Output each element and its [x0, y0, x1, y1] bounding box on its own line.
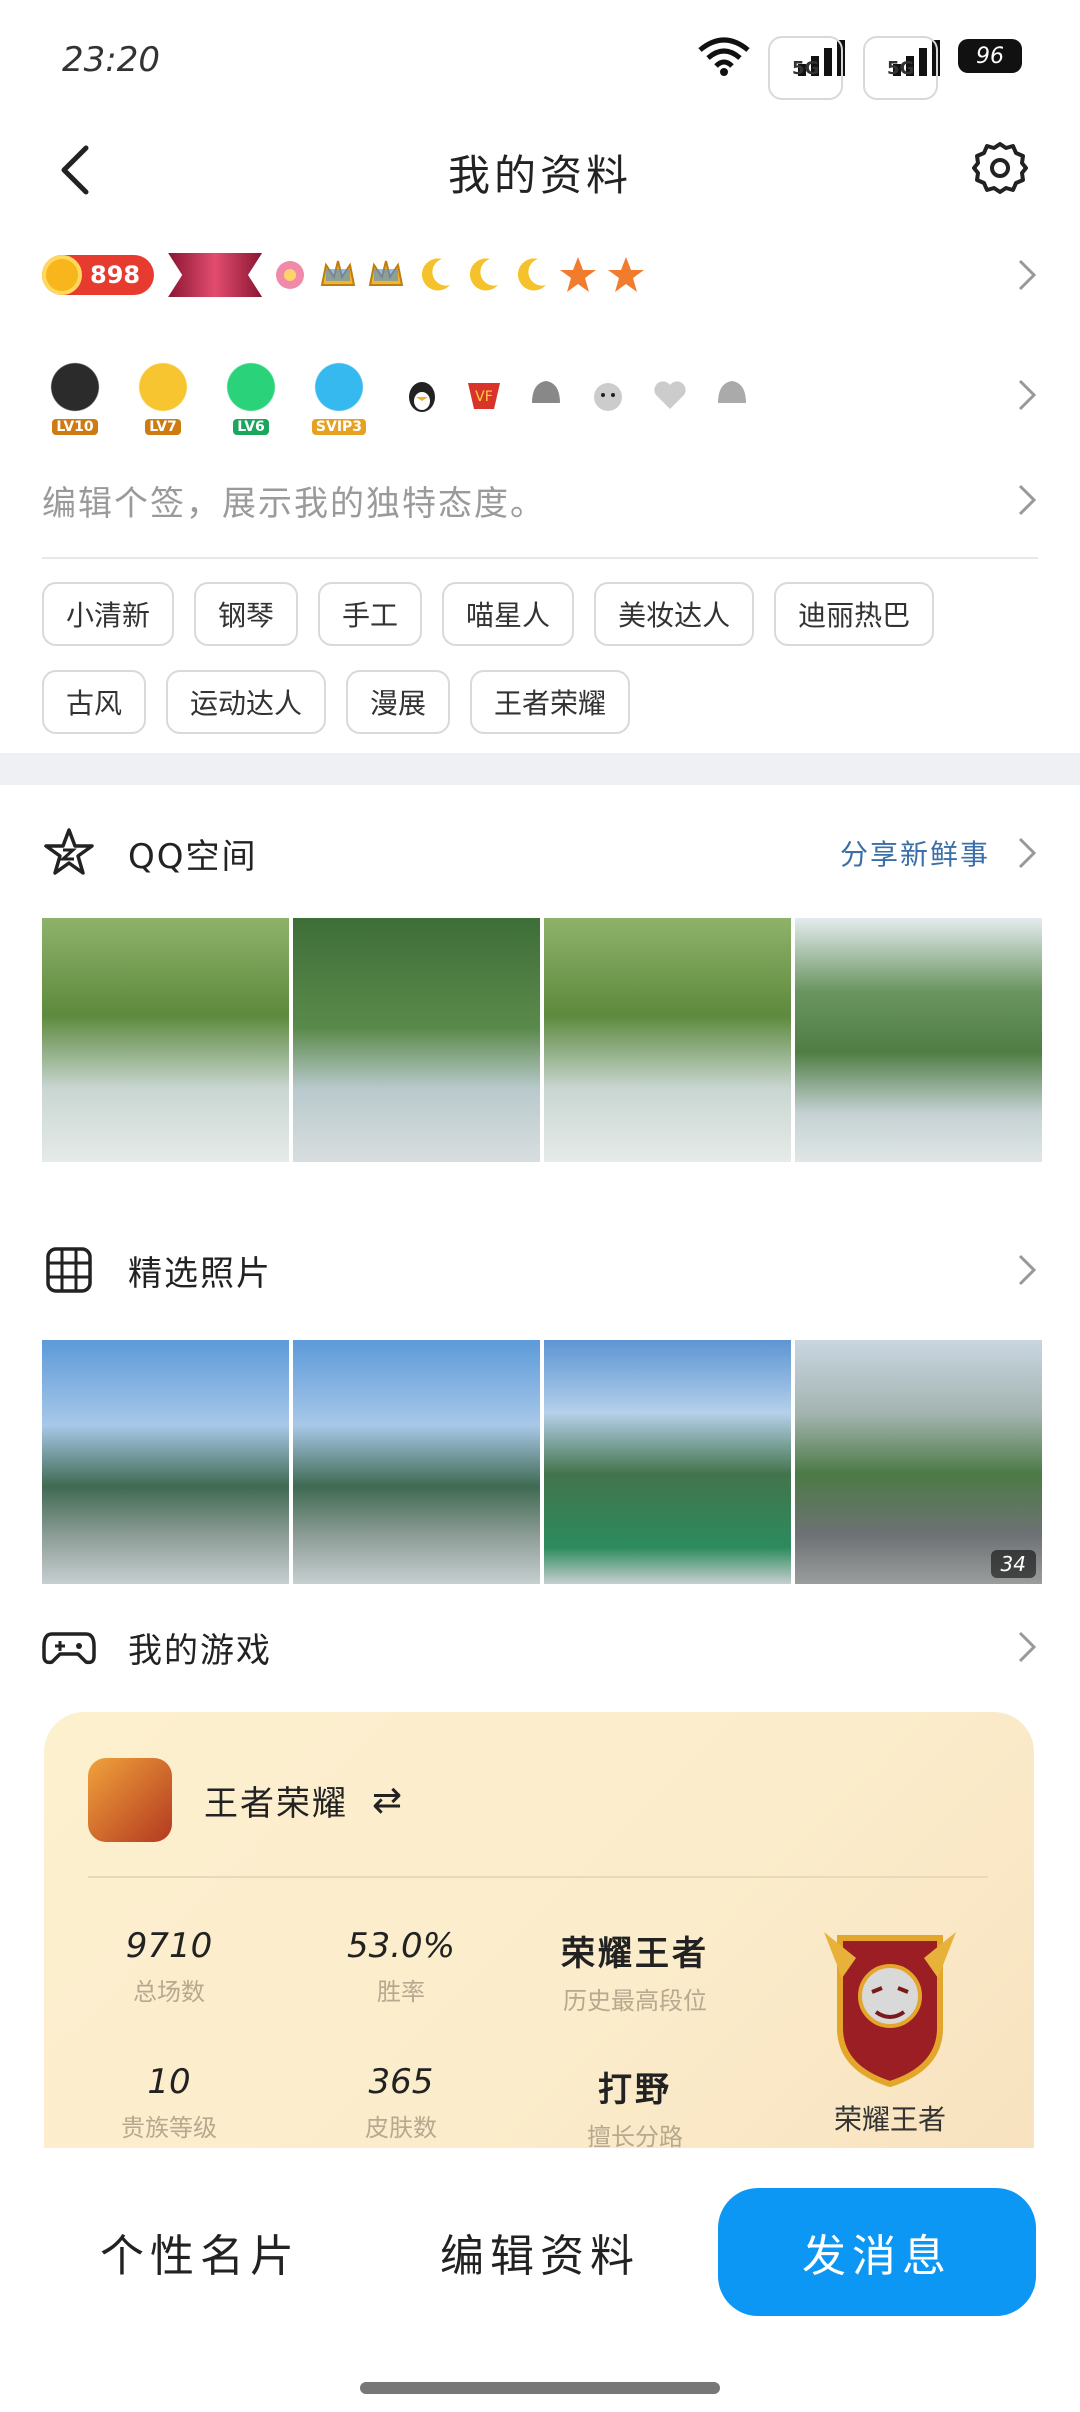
games-title: 我的游戏 [128, 1630, 272, 1671]
tag-chip[interactable]: 王者荣耀 [470, 670, 631, 734]
signal-icon-1: 5G [768, 36, 845, 100]
signature-field[interactable]: 编辑个签，展示我的独特态度。 [42, 470, 1042, 530]
qzone-photos [42, 918, 1042, 1162]
interest-tags: 小清新 钢琴 手工 喵星人 美妆达人 迪丽热巴 古风 运动达人 漫展 王者荣耀 [42, 582, 1042, 734]
game-name: 王者荣耀 [204, 1783, 348, 1824]
page-title: 我的资料 [447, 151, 632, 200]
star-icon [608, 257, 645, 292]
tag-chip[interactable]: 喵星人 [442, 582, 575, 646]
chevron-right-icon [1018, 1254, 1037, 1286]
stat-noble-level: 10 贵族等级 [121, 2062, 217, 2142]
qzone-photo[interactable] [795, 918, 1042, 1162]
home-indicator[interactable] [360, 2382, 720, 2394]
chevron-right-icon [1018, 259, 1037, 291]
crown-icon [320, 260, 356, 286]
gamepad-icon [42, 1632, 96, 1665]
profile-page: 23:20 5G 5G 96 我的资料 898 LV10 LV7 LV6 SVI… [0, 0, 1080, 2412]
rank-emblem-icon [824, 1932, 956, 2088]
featured-photo[interactable] [42, 1340, 289, 1584]
pet-icon [594, 383, 622, 411]
tag-chip[interactable]: 古风 [42, 670, 147, 734]
helmet-icon [718, 381, 746, 403]
flower-icon [276, 261, 305, 289]
games-section-header[interactable]: 我的游戏 [42, 1612, 1042, 1682]
qzone-photo[interactable] [544, 918, 791, 1162]
wifi-icon [698, 37, 750, 76]
moon-icon [470, 258, 499, 291]
lightning-badge: LV6 [218, 355, 284, 435]
tag-chip[interactable]: 小清新 [42, 582, 175, 646]
qzone-title: QQ空间 [128, 836, 258, 877]
featured-photos: 34 [42, 1340, 1042, 1584]
status-bar: 23:20 5G 5G 96 [0, 0, 1080, 120]
tag-chip[interactable]: 美妆达人 [594, 582, 755, 646]
game-card[interactable]: 王者荣耀 ⇄ 9710 总场数 53.0% 胜率 荣耀王者 历史最高段位 10 … [44, 1712, 1034, 2148]
qzone-star-icon [44, 828, 94, 875]
star-icon [560, 257, 597, 292]
featured-photo[interactable] [293, 1340, 540, 1584]
badge-row-2[interactable]: LV10 LV7 LV6 SVIP3 VF [42, 350, 1042, 440]
chevron-right-icon [1018, 837, 1037, 869]
svg-text:VF: VF [475, 389, 493, 405]
diamond-badge: LV7 [130, 355, 196, 435]
divider [42, 557, 1038, 559]
badge-row-1[interactable]: 898 [42, 240, 1042, 310]
game-logo-icon [88, 1758, 172, 1842]
helmet-icon [532, 381, 560, 403]
moon-icon [518, 258, 547, 291]
edit-profile-button[interactable]: 编辑资料 [400, 2188, 680, 2316]
featured-photos-header[interactable]: 精选照片 [42, 1235, 1042, 1305]
qzone-section-header[interactable]: QQ空间 分享新鲜事 [42, 818, 1042, 888]
status-icons: 5G 5G 96 [698, 36, 1022, 100]
coin-icon [42, 255, 82, 295]
switch-icon[interactable]: ⇄ [372, 1780, 402, 1821]
grid-icon [46, 1247, 92, 1293]
heart-icon [654, 381, 686, 409]
qzone-photo[interactable] [42, 918, 289, 1162]
stat-total-games: 9710 总场数 [125, 1926, 213, 2006]
gear-icon[interactable] [972, 140, 1028, 196]
chevron-right-icon [1018, 484, 1037, 516]
share-news-link[interactable]: 分享新鲜事 [840, 833, 990, 873]
send-message-button[interactable]: 发消息 [718, 2188, 1036, 2316]
tag-chip[interactable]: 运动达人 [166, 670, 327, 734]
signal-icon-2: 5G [863, 36, 940, 100]
qqfeiche-icon: VF [468, 383, 500, 409]
chevron-right-icon [1018, 1631, 1037, 1663]
signature-placeholder: 编辑个签，展示我的独特态度。 [42, 483, 546, 524]
crown-icon [368, 260, 404, 286]
featured-photos-title: 精选照片 [128, 1253, 272, 1294]
coin-badge: 898 [42, 255, 155, 295]
photo-count-badge: 34 [990, 1550, 1036, 1578]
tag-chip[interactable]: 漫展 [346, 670, 451, 734]
rank-emblem: 荣耀王者 [810, 1918, 970, 2138]
nav-bar: 我的资料 [0, 120, 1080, 220]
chevron-right-icon [1018, 379, 1037, 411]
divider [88, 1876, 988, 1878]
tag-chip[interactable]: 迪丽热巴 [774, 582, 935, 646]
qzone-photo[interactable] [293, 918, 540, 1162]
medal-icon [168, 253, 263, 297]
game-card-header: 王者荣耀 ⇄ [88, 1758, 402, 1842]
tag-chip[interactable]: 钢琴 [194, 582, 299, 646]
featured-photo[interactable]: 34 [795, 1340, 1042, 1584]
rank-label: 荣耀王者 [833, 2103, 946, 2136]
profile-card-button[interactable]: 个性名片 [60, 2188, 340, 2316]
stat-skins: 365 皮肤数 [365, 2062, 437, 2142]
moon-icon [422, 258, 451, 291]
status-time: 23:20 [62, 40, 160, 80]
battery-icon: 96 [958, 39, 1022, 73]
qq-level-badge: LV10 [42, 355, 108, 435]
stat-lane: 打野 擅长分路 [587, 2070, 683, 2148]
stat-win-rate: 53.0% 胜率 [346, 1926, 455, 2006]
bottom-action-bar: 个性名片 编辑资料 发消息 [0, 2148, 1080, 2412]
section-separator [0, 753, 1080, 785]
featured-photo[interactable] [544, 1340, 791, 1584]
svip-badge: SVIP3 [306, 355, 372, 435]
penguin-icon [409, 382, 435, 412]
tag-chip[interactable]: 手工 [318, 582, 423, 646]
stat-highest-rank: 荣耀王者 历史最高段位 [561, 1934, 709, 2015]
